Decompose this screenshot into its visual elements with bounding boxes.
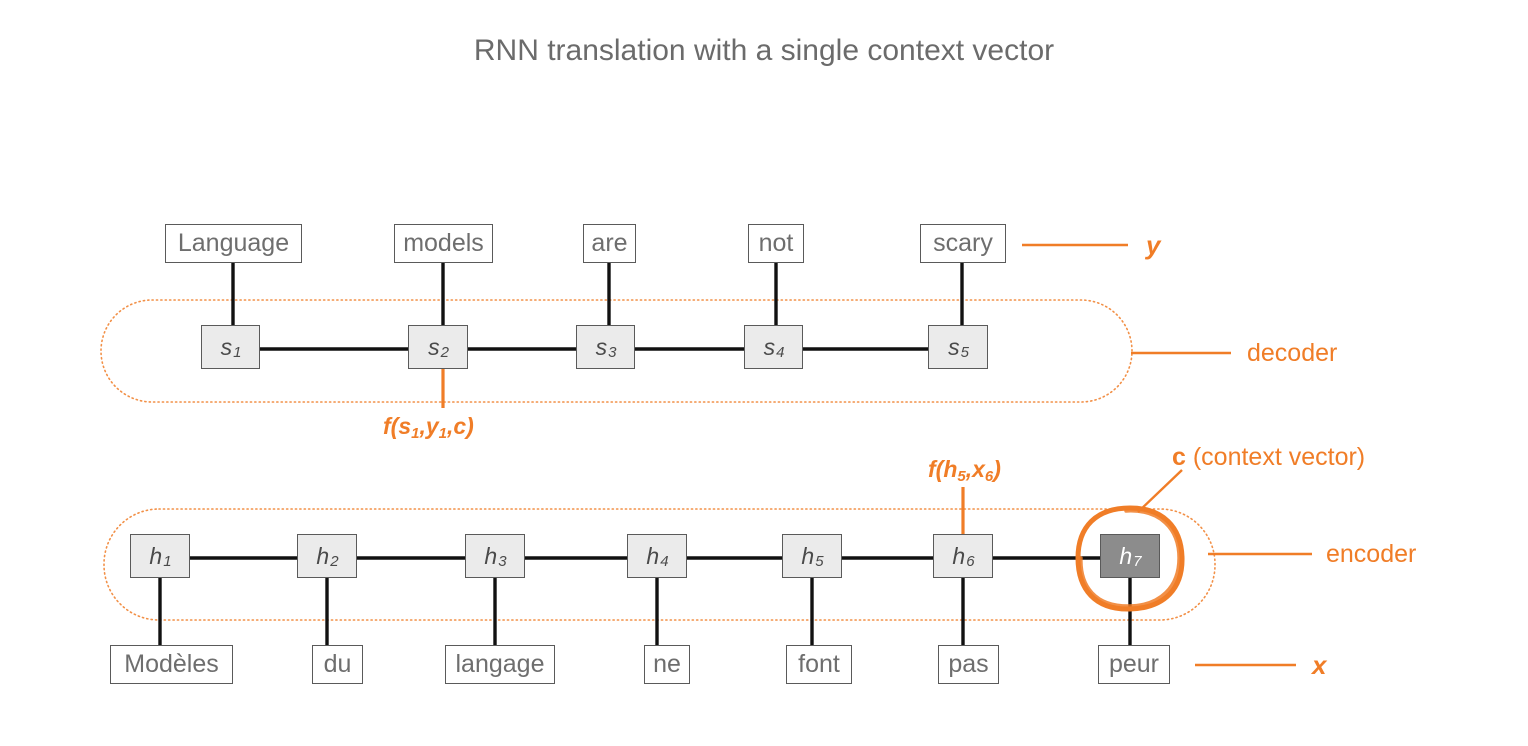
decoder-formula-base: f(s (383, 413, 412, 439)
decoder-label-text: decoder (1247, 339, 1338, 367)
encoder-state-box[interactable]: h3 (465, 534, 525, 578)
decoder-label: decoder (1247, 341, 1337, 366)
state-subscript: 2 (330, 552, 339, 570)
state-subscript: 3 (608, 343, 617, 361)
input-word-box[interactable]: pas (938, 645, 999, 684)
state-subscript: 5 (815, 552, 824, 570)
encoder-input-stems (158, 578, 1132, 645)
x-input-label: x (1312, 652, 1326, 678)
y-output-label: y (1146, 232, 1160, 258)
output-word-label: scary (933, 229, 993, 257)
input-word-box[interactable]: Modèles (110, 645, 233, 684)
context-vector-text: (context vector) (1185, 443, 1366, 471)
state-base: h (646, 542, 660, 569)
encoder-formula-sub1: 5 (957, 468, 966, 485)
decoder-state-box[interactable]: s1 (201, 325, 260, 369)
state-base: h (316, 542, 330, 569)
x-label-text: x (1312, 650, 1327, 680)
decoder-formula-mid: ,y (419, 413, 439, 439)
input-word-box[interactable]: du (312, 645, 363, 684)
input-word-box[interactable]: font (786, 645, 852, 684)
decoder-state-box[interactable]: s4 (744, 325, 803, 369)
encoder-state-box-context[interactable]: h7 (1100, 534, 1160, 578)
decoder-formula-tail: ,c) (447, 413, 474, 439)
decoder-output-stems (231, 263, 964, 325)
state-subscript: 7 (1133, 552, 1142, 570)
encoder-label: encoder (1326, 542, 1416, 567)
encoder-formula-sub2: 6 (984, 468, 994, 485)
input-word-label: langage (455, 650, 545, 678)
state-subscript: 6 (966, 552, 975, 570)
state-subscript: 2 (440, 343, 449, 361)
encoder-formula-mid: ,x (965, 456, 985, 482)
decoder-state-box[interactable]: s2 (408, 325, 468, 369)
decoder-state-box[interactable]: s3 (576, 325, 635, 369)
output-word-box[interactable]: models (394, 224, 493, 263)
output-word-label: models (403, 229, 484, 257)
state-base: h (484, 542, 498, 569)
decoder-transition-formula: f(s1,y1,c) (383, 413, 474, 442)
input-word-box[interactable]: langage (445, 645, 555, 684)
encoder-formula-base: f(h (928, 456, 958, 482)
state-base: h (1119, 542, 1133, 569)
input-word-label: ne (653, 650, 681, 678)
state-base: s (220, 333, 233, 360)
encoder-state-box[interactable]: h1 (130, 534, 190, 578)
context-vector-leader (1137, 469, 1183, 513)
context-vector-symbol: c (1172, 443, 1186, 471)
input-word-label: peur (1108, 650, 1160, 678)
state-subscript: 1 (233, 343, 242, 361)
diagram-lines-layer (100, 243, 1312, 667)
state-base: s (595, 333, 608, 360)
encoder-state-box[interactable]: h2 (297, 534, 357, 578)
state-subscript: 3 (498, 552, 507, 570)
state-base: s (763, 333, 776, 360)
state-subscript: 5 (960, 343, 969, 361)
input-word-box[interactable]: ne (644, 645, 690, 684)
state-base: s (428, 333, 440, 360)
encoder-state-box[interactable]: h4 (627, 534, 687, 578)
output-word-box[interactable]: Language (165, 224, 302, 263)
decoder-state-box[interactable]: s5 (928, 325, 988, 369)
input-word-label: pas (948, 650, 989, 678)
decoder-formula-sub2: 1 (438, 425, 447, 442)
output-word-label: not (758, 229, 794, 257)
state-base: h (149, 542, 163, 569)
diagram-canvas: RNN translation with a single context ve… (0, 0, 1528, 746)
encoder-formula-tail: ) (993, 456, 1001, 482)
context-vector-label: c (context vector) (1172, 445, 1365, 470)
y-label-text: y (1146, 230, 1161, 260)
state-base: s (948, 333, 960, 360)
state-subscript: 4 (776, 343, 785, 361)
encoder-transition-formula: f(h5,x6) (928, 456, 1001, 485)
input-word-label: du (323, 650, 352, 678)
input-word-label: Modèles (124, 650, 219, 678)
state-base: h (952, 542, 966, 569)
output-word-label: are (591, 229, 628, 257)
decoder-formula-sub1: 1 (411, 425, 420, 442)
input-word-label: font (798, 650, 840, 678)
input-word-box[interactable]: peur (1098, 645, 1170, 684)
output-word-box[interactable]: are (583, 224, 636, 263)
output-word-box[interactable]: not (748, 224, 804, 263)
encoder-state-box[interactable]: h5 (782, 534, 842, 578)
state-subscript: 4 (660, 552, 669, 570)
state-base: h (801, 542, 815, 569)
output-word-box[interactable]: scary (920, 224, 1006, 263)
encoder-state-box[interactable]: h6 (933, 534, 993, 578)
state-subscript: 1 (163, 552, 172, 570)
output-word-label: Language (177, 229, 290, 257)
encoder-label-text: encoder (1326, 540, 1417, 568)
